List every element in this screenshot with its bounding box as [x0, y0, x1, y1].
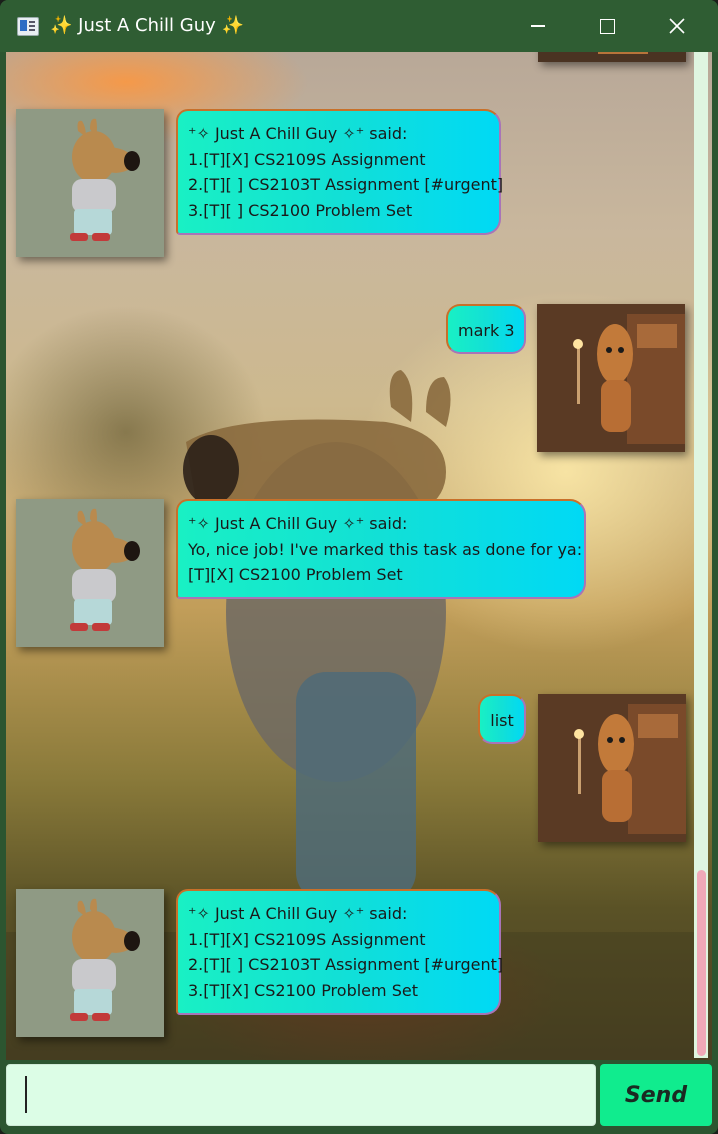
minimize-icon [531, 25, 545, 27]
bot-message-bubble: ⁺✧ Just A Chill Guy ✧⁺ said: Yo, nice jo… [176, 499, 586, 599]
bot-avatar [16, 499, 164, 647]
input-row: Send [6, 1062, 712, 1128]
user-message-bubble: mark 3 [446, 304, 526, 354]
user-avatar [537, 304, 685, 452]
vertical-scrollbar[interactable] [694, 52, 708, 1058]
close-icon [669, 18, 685, 34]
chill-guy-icon [16, 109, 164, 257]
app-icon [17, 17, 39, 36]
window-title: ✨ Just A Chill Guy ✨ [50, 15, 244, 36]
send-button[interactable]: Send [600, 1064, 712, 1126]
chill-guy-icon [16, 889, 164, 1037]
user-avatar-image [538, 52, 686, 62]
user-avatar [538, 52, 686, 62]
user-avatar-image [538, 694, 686, 842]
bot-message-bubble: ⁺✧ Just A Chill Guy ✧⁺ said: 1.[T][X] CS… [176, 889, 503, 1015]
bot-avatar [16, 889, 164, 1037]
scrollbar-thumb[interactable] [697, 870, 706, 1056]
bot-avatar [16, 109, 164, 257]
chat-scroll-pane[interactable]: ⁺✧ Just A Chill Guy ✧⁺ said: 1.[T][X] CS… [6, 52, 712, 1060]
message-input[interactable] [6, 1064, 596, 1126]
bot-message-bubble: ⁺✧ Just A Chill Guy ✧⁺ said: 1.[T][X] CS… [176, 109, 503, 235]
minimize-button[interactable] [503, 0, 573, 52]
title-bar[interactable]: ✨ Just A Chill Guy ✨ [0, 0, 718, 52]
user-avatar-image [537, 304, 685, 452]
text-caret [25, 1076, 27, 1113]
maximize-button[interactable] [572, 0, 642, 52]
app-window: ✨ Just A Chill Guy ✨ ⁺✧ Just A Chill Guy… [0, 0, 718, 1134]
user-avatar [538, 694, 686, 842]
close-button[interactable] [642, 0, 712, 52]
chill-guy-icon [16, 499, 164, 647]
maximize-icon [599, 18, 615, 34]
user-message-bubble: list [478, 694, 526, 744]
